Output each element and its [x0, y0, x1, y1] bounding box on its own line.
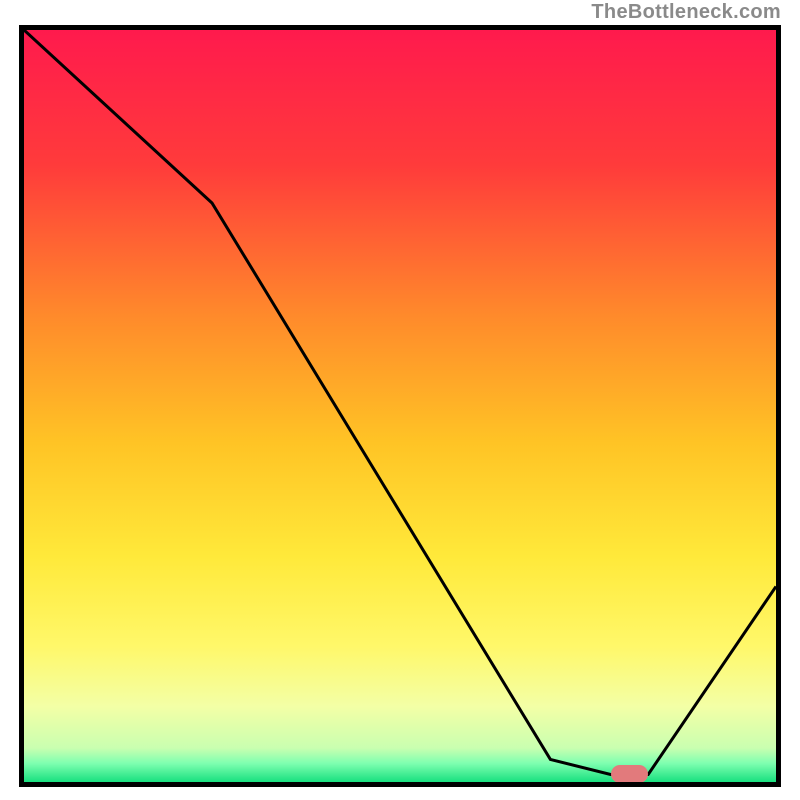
plot-frame [19, 25, 781, 787]
bottleneck-curve [24, 30, 776, 774]
optimal-range-marker [611, 765, 649, 783]
watermark-text: TheBottleneck.com [591, 0, 781, 25]
curve-layer [24, 30, 776, 782]
chart-container: TheBottleneck.com [0, 0, 800, 800]
